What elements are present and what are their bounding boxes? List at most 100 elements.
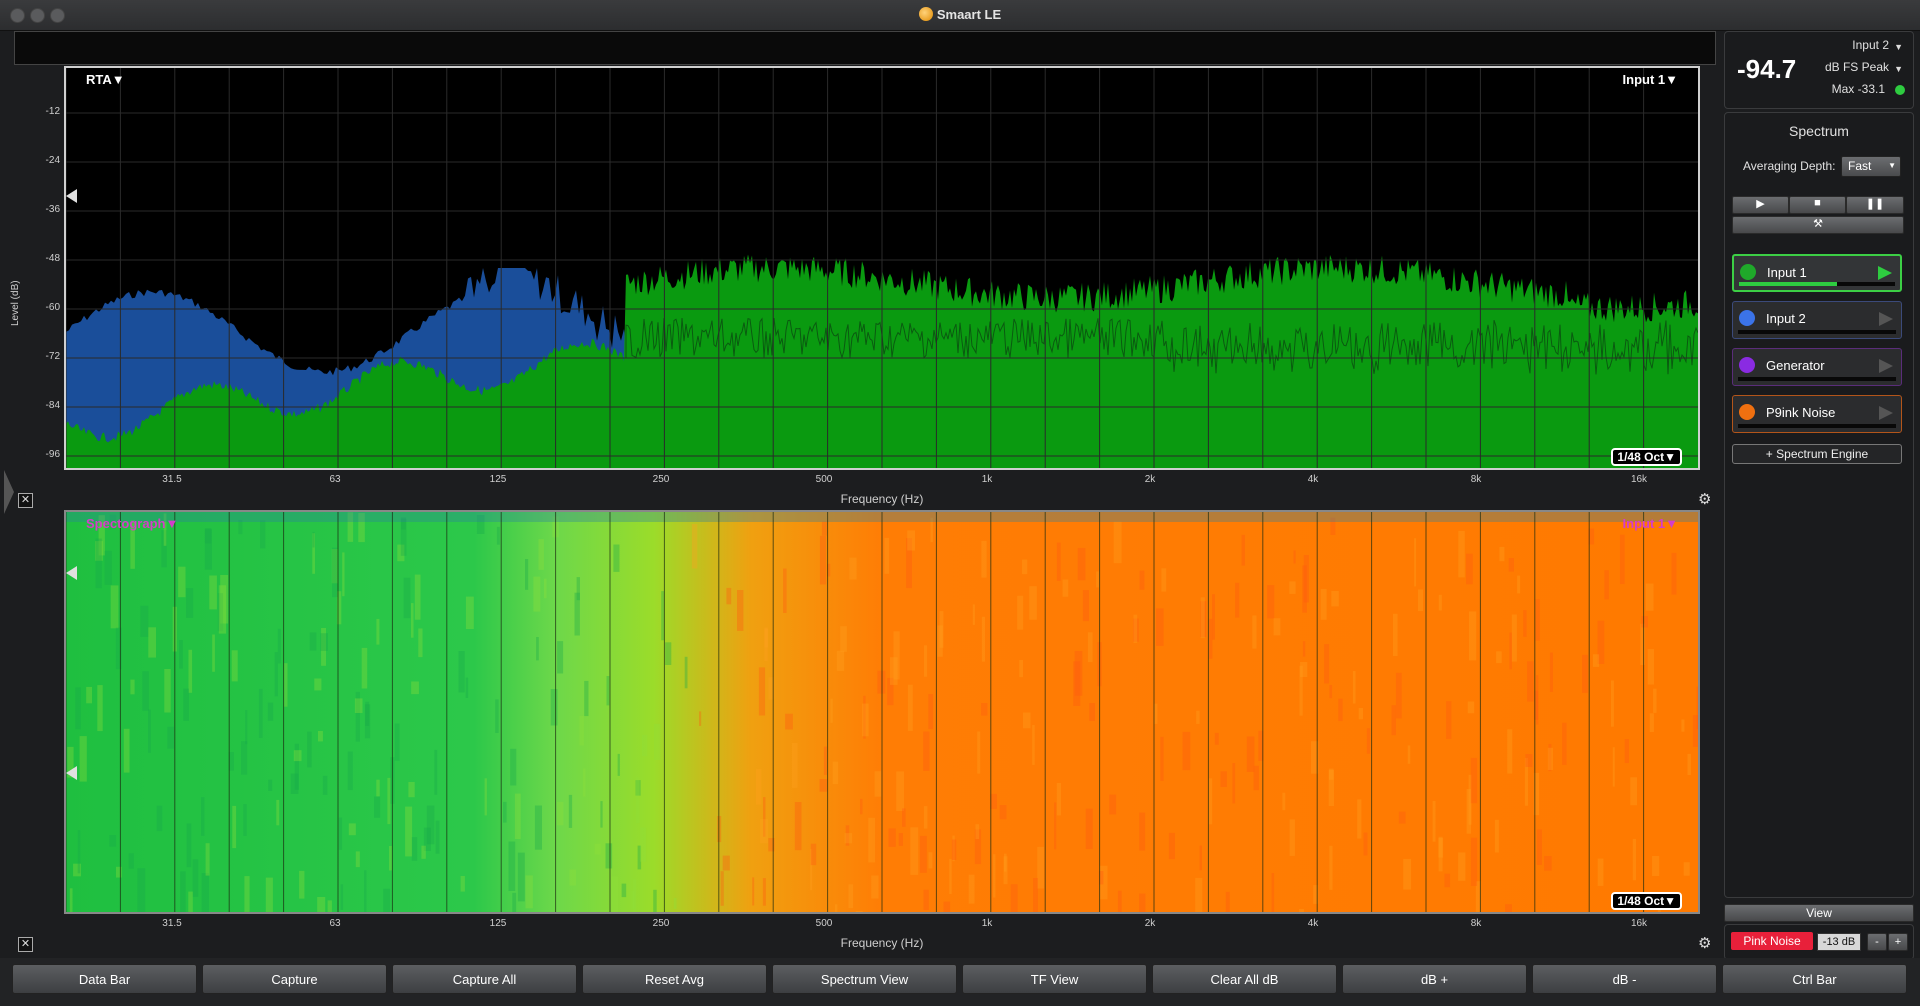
spectrograph-texture <box>517 852 525 902</box>
spectrograph-texture <box>426 805 435 845</box>
spectrograph-texture <box>792 743 798 788</box>
spectrograph-settings-gear-icon[interactable]: ⚙ <box>1698 934 1711 952</box>
chevron-down-icon[interactable]: ▼ <box>1894 64 1903 74</box>
spectrograph-input-dropdown[interactable]: Input 1▼ <box>1623 516 1678 531</box>
pink-noise-button[interactable]: Pink Noise <box>1731 932 1813 950</box>
spectrograph-texture <box>919 835 927 873</box>
chevron-down-icon[interactable]: ▼ <box>1894 42 1903 52</box>
spectrograph-texture <box>981 616 985 662</box>
rta-resolution-dropdown[interactable]: 1/48 Oct▼ <box>1611 448 1682 466</box>
rta-plot[interactable]: RTA▼ Input 1▼ 1/48 Oct▼ <box>64 66 1700 470</box>
view-button[interactable]: View <box>1724 904 1914 922</box>
add-spectrum-engine-button[interactable]: + Spectrum Engine <box>1732 444 1902 464</box>
rta-close-icon[interactable]: ✕ <box>18 493 33 508</box>
spectrograph-texture <box>1597 858 1604 886</box>
spectrograph-texture <box>421 845 426 859</box>
averaging-depth-select[interactable]: Fast ▼ <box>1841 156 1901 177</box>
capture-button[interactable]: Capture <box>202 964 387 994</box>
spectrograph-texture <box>231 650 238 682</box>
title-bar: Smaart LE <box>0 0 1920 31</box>
input-row[interactable]: P9ink Noise <box>1732 395 1902 433</box>
spectrograph-texture <box>1139 812 1146 851</box>
spectrograph-texture <box>1299 665 1303 716</box>
rta-mode-dropdown[interactable]: RTA▼ <box>86 72 125 87</box>
spectrograph-texture <box>1466 553 1473 585</box>
spectrograph-upper-marker[interactable] <box>66 566 77 580</box>
clear-all-db-button[interactable]: Clear All dB <box>1152 964 1337 994</box>
data-bar-button[interactable]: Data Bar <box>12 964 197 994</box>
spectrograph-texture <box>1302 641 1306 657</box>
spectrograph-texture <box>137 868 146 912</box>
spectrograph-texture <box>860 798 863 815</box>
spectrograph-texture <box>232 805 237 849</box>
y-tick-label: -96 <box>45 449 60 460</box>
level-increase-button[interactable]: + <box>1888 933 1908 951</box>
spectrograph-texture <box>299 870 305 899</box>
spectrograph-texture <box>332 547 338 598</box>
meter-input-dropdown[interactable]: Input 2 <box>1852 38 1889 52</box>
play-button[interactable]: ▶ <box>1732 196 1789 214</box>
capture-all-button[interactable]: Capture All <box>392 964 577 994</box>
tools-button[interactable]: ⚒ <box>1732 216 1904 234</box>
chevron-down-icon: ▼ <box>1888 161 1896 170</box>
spectrograph-texture <box>1029 586 1037 620</box>
spectrograph-mode-dropdown[interactable]: Spectograph▼ <box>86 516 178 531</box>
spectrograph-texture <box>1549 652 1553 692</box>
spectrum-view-button[interactable]: Spectrum View <box>772 964 957 994</box>
input-row[interactable]: Input 2 <box>1732 301 1902 339</box>
reset-avg-button[interactable]: Reset Avg <box>582 964 767 994</box>
spectrograph-texture <box>1329 685 1333 699</box>
spectrograph-plot[interactable]: Spectograph▼ Input 1▼ 1/48 Oct▼ <box>64 510 1700 914</box>
input-name: P9ink Noise <box>1766 405 1836 420</box>
spectrograph-close-icon[interactable]: ✕ <box>18 937 33 952</box>
spectrograph-texture <box>1505 904 1512 912</box>
tf-view-button[interactable]: TF View <box>962 964 1147 994</box>
db-button[interactable]: dB + <box>1342 964 1527 994</box>
play-arrow-icon[interactable] <box>1879 406 1893 420</box>
rta-input-dropdown[interactable]: Input 1▼ <box>1623 72 1678 87</box>
spectrograph-texture <box>204 529 212 570</box>
spectrograph-texture <box>188 891 193 912</box>
spectrograph-texture <box>465 596 474 629</box>
spectrograph-resolution-dropdown[interactable]: 1/48 Oct▼ <box>1611 892 1682 910</box>
meter-unit-dropdown[interactable]: dB FS Peak <box>1825 60 1889 74</box>
spectrograph-texture <box>871 875 879 899</box>
spectrograph-texture <box>1139 893 1146 912</box>
spectrograph-texture <box>636 777 640 824</box>
spectrograph-texture <box>819 779 828 792</box>
spectrograph-texture <box>209 575 217 610</box>
spectrograph-texture <box>128 853 134 869</box>
level-decrease-button[interactable]: - <box>1867 933 1887 951</box>
spectrograph-texture <box>1562 722 1567 765</box>
spectrograph-texture <box>928 852 933 869</box>
input-row[interactable]: Input 1 <box>1732 254 1902 292</box>
spectrograph-texture <box>460 876 465 892</box>
rta-threshold-marker[interactable] <box>66 189 77 203</box>
spectrograph-texture <box>653 889 657 912</box>
spectrograph-texture <box>1195 877 1203 912</box>
noise-level-field[interactable]: -13 dB <box>1817 933 1861 951</box>
rta-settings-gear-icon[interactable]: ⚙ <box>1698 490 1711 508</box>
stop-button[interactable]: ■ <box>1789 196 1846 214</box>
spectrograph-texture <box>758 667 766 716</box>
tools-icon: ⚒ <box>1813 218 1823 230</box>
spectrograph-texture <box>1329 845 1333 890</box>
db-button[interactable]: dB - <box>1532 964 1717 994</box>
spectrograph-texture <box>1414 538 1417 587</box>
play-arrow-icon[interactable] <box>1878 266 1892 280</box>
spectrograph-texture <box>990 793 997 809</box>
play-arrow-icon[interactable] <box>1879 312 1893 326</box>
spectrograph-texture <box>840 626 847 652</box>
spectrograph-lower-marker[interactable] <box>66 766 77 780</box>
spectrograph-texture <box>355 851 360 868</box>
y-tick-label: -48 <box>45 253 60 264</box>
spectrograph-texture <box>1418 589 1424 612</box>
play-arrow-icon[interactable] <box>1879 359 1893 373</box>
input-row[interactable]: Generator <box>1732 348 1902 386</box>
spectrograph-texture <box>188 649 193 693</box>
ctrl-bar-button[interactable]: Ctrl Bar <box>1722 964 1907 994</box>
spectrograph-texture <box>1054 802 1057 850</box>
averaging-depth-label: Averaging Depth: <box>1743 159 1836 173</box>
pause-button[interactable]: ❚❚ <box>1846 196 1904 214</box>
spectrograph-texture <box>621 883 627 898</box>
